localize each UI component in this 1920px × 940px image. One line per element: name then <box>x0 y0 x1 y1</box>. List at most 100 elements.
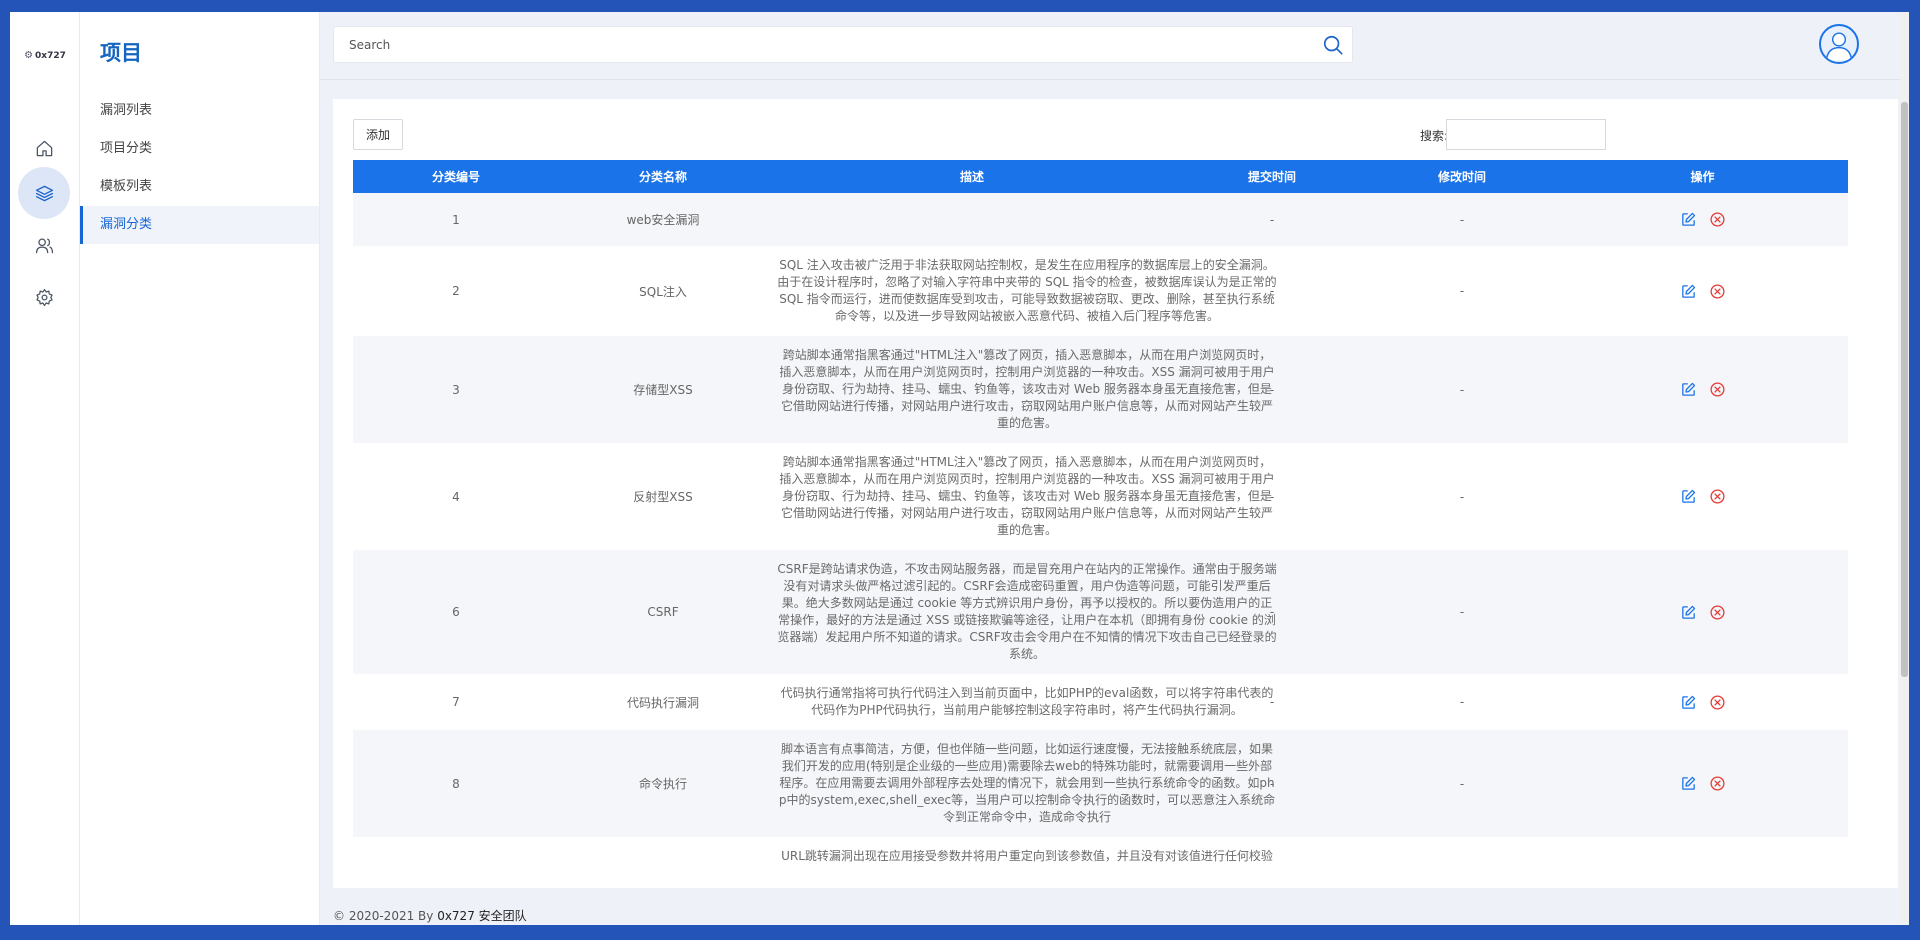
icon-rail: ⚙ 0x727 <box>10 12 80 925</box>
section-title: 项目 <box>100 41 142 65</box>
cell-name: 代码执行漏洞 <box>559 674 767 730</box>
delete-icon[interactable] <box>1709 283 1726 300</box>
filter-input[interactable] <box>1446 119 1606 150</box>
footer-copyright: © 2020-2021 By <box>333 909 438 923</box>
table-row: 4 反射型XSS 跨站脚本通常指黑客通过"HTML注入"篡改了网页，插入恶意脚本… <box>353 443 1848 550</box>
cell-modify-time: - <box>1367 443 1557 550</box>
column-header-desc[interactable]: 描述 <box>767 160 1177 193</box>
cell-submit-time: - <box>1177 193 1367 246</box>
column-header-modify-time[interactable]: 修改时间 <box>1367 160 1557 193</box>
delete-icon[interactable] <box>1709 694 1726 711</box>
search-input[interactable] <box>334 27 1352 62</box>
cell-modify-time: - <box>1367 246 1557 336</box>
cell-desc: 代码执行通常指将可执行代码注入到当前页面中，比如PHP的eval函数，可以将字符… <box>767 674 1273 730</box>
cell-desc: 跨站脚本通常指黑客通过"HTML注入"篡改了网页，插入恶意脚本，从而在用户浏览网… <box>767 443 1275 550</box>
table-row: 2 SQL注入 SQL 注入攻击被广泛用于非法获取网站控制权，是发生在应用程序的… <box>353 246 1848 336</box>
cell-actions <box>1557 837 1848 876</box>
search-box <box>333 26 1353 63</box>
cell-actions <box>1557 730 1848 837</box>
filter-label: 搜索: <box>1420 129 1449 143</box>
logo-text: 0x727 <box>35 50 66 61</box>
rail-layers-button[interactable] <box>18 167 70 219</box>
app-window: ⚙ 0x727 项目 漏洞列表 项目分类 模板列表 漏洞分类 Search 添加… <box>10 12 1909 925</box>
delete-icon[interactable] <box>1709 775 1726 792</box>
cell-desc: 跨站脚本通常指黑客通过"HTML注入"篡改了网页，插入恶意脚本，从而在用户浏览网… <box>767 336 1275 443</box>
footer: © 2020-2021 By 0x727 安全团队 <box>333 907 527 924</box>
edit-icon[interactable] <box>1680 694 1697 711</box>
cell-id: 2 <box>353 246 559 336</box>
cell-actions <box>1557 550 1848 674</box>
delete-icon[interactable] <box>1709 381 1726 398</box>
subnav-item-vuln-list[interactable]: 漏洞列表 <box>80 92 319 130</box>
cell-id: 6 <box>353 550 559 674</box>
edit-icon[interactable] <box>1680 604 1697 621</box>
cell-id: 4 <box>353 443 559 550</box>
users-icon <box>35 238 53 253</box>
cell-name: 存储型XSS <box>559 336 767 443</box>
column-header-submit-time[interactable]: 提交时间 <box>1177 160 1367 193</box>
table-row: 3 存储型XSS 跨站脚本通常指黑客通过"HTML注入"篡改了网页，插入恶意脚本… <box>353 336 1848 443</box>
logo-gear-icon: ⚙ <box>24 50 34 61</box>
rail-users-button[interactable] <box>18 219 70 271</box>
table-header-row: 分类编号 分类名称 描述 提交时间 修改时间 操作 <box>353 160 1848 193</box>
cell-id: 3 <box>353 336 559 443</box>
column-header-name[interactable]: 分类名称 <box>559 160 767 193</box>
subnav-item-template-list[interactable]: 模板列表 <box>80 168 319 206</box>
cell-modify-time: - <box>1367 550 1557 674</box>
desc-text: URL跳转漏洞出现在应用接受参数并将用户重定向到该参数值，并且没有对该值进行任何… <box>781 849 1273 863</box>
desc-text: SQL 注入攻击被广泛用于非法获取网站控制权，是发生在应用程序的数据库层上的安全… <box>777 258 1277 323</box>
cell-desc <box>767 193 1177 246</box>
edit-icon[interactable] <box>1680 283 1697 300</box>
cell-actions <box>1557 443 1848 550</box>
add-button[interactable]: 添加 <box>353 119 403 150</box>
cell-id: 7 <box>353 674 559 730</box>
delete-icon[interactable] <box>1709 488 1726 505</box>
cell-modify-time: - <box>1367 674 1557 730</box>
layers-icon <box>35 185 53 201</box>
search-icon[interactable] <box>1322 34 1344 56</box>
column-header-id[interactable]: 分类编号 <box>353 160 559 193</box>
edit-icon[interactable] <box>1680 211 1697 228</box>
cell-id <box>353 837 559 876</box>
footer-brand: 0x727 安全团队 <box>437 909 527 923</box>
cell-name: SQL注入 <box>559 246 767 336</box>
edit-icon[interactable] <box>1680 488 1697 505</box>
cell-desc: 脚本语言有点事简洁，方便，但也伴随一些问题，比如运行速度慢，无法接触系统底层，如… <box>767 730 1275 837</box>
cell-actions <box>1557 193 1848 246</box>
cell-modify-time: - <box>1367 336 1557 443</box>
cell-actions <box>1557 336 1848 443</box>
delete-icon[interactable] <box>1709 604 1726 621</box>
desc-text: 代码执行通常指将可执行代码注入到当前页面中，比如PHP的eval函数，可以将字符… <box>780 686 1274 717</box>
category-table: 分类编号 分类名称 描述 提交时间 修改时间 操作 1 web安全漏洞 - - <box>353 160 1848 876</box>
delete-icon[interactable] <box>1709 211 1726 228</box>
cell-desc: SQL 注入攻击被广泛用于非法获取网站控制权，是发生在应用程序的数据库层上的安全… <box>767 246 1277 336</box>
cell-name: 命令执行 <box>559 730 767 837</box>
cell-modify-time: - <box>1367 193 1557 246</box>
edit-icon[interactable] <box>1680 775 1697 792</box>
main-content: 添加 搜索: 分类编号 分类名称 描述 提交时间 修改时间 操作 <box>320 12 1909 925</box>
edit-icon[interactable] <box>1680 381 1697 398</box>
user-avatar-icon <box>1825 32 1853 61</box>
table-card: 添加 搜索: 分类编号 分类名称 描述 提交时间 修改时间 操作 1 web安全… <box>333 99 1898 888</box>
cell-desc: CSRF是跨站请求伪造，不攻击网站服务器，而是冒充用户在站内的正常操作。通常由于… <box>767 550 1277 674</box>
avatar[interactable] <box>1819 24 1859 64</box>
cell-modify-time: - <box>1367 730 1557 837</box>
gear-icon <box>35 288 53 306</box>
cell-name: web安全漏洞 <box>559 193 767 246</box>
cell-modify-time <box>1367 837 1557 876</box>
subnav-item-project-category[interactable]: 项目分类 <box>80 130 319 168</box>
column-header-actions: 操作 <box>1557 160 1848 193</box>
rail-settings-button[interactable] <box>18 271 70 323</box>
subnav-item-vuln-category[interactable]: 漏洞分类 <box>80 206 319 244</box>
home-icon <box>36 140 52 156</box>
table-row: 7 代码执行漏洞 代码执行通常指将可执行代码注入到当前页面中，比如PHP的eva… <box>353 674 1848 730</box>
cell-actions <box>1557 246 1848 336</box>
top-bar <box>320 12 1909 80</box>
scrollbar-thumb[interactable] <box>1901 102 1908 677</box>
sub-sidebar: 项目 漏洞列表 项目分类 模板列表 漏洞分类 <box>80 12 320 925</box>
table-row: 8 命令执行 脚本语言有点事简洁，方便，但也伴随一些问题，比如运行速度慢，无法接… <box>353 730 1848 837</box>
cell-name: CSRF <box>559 550 767 674</box>
cell-desc: URL跳转漏洞出现在应用接受参数并将用户重定向到该参数值，并且没有对该值进行任何… <box>767 837 1273 876</box>
cell-name: 反射型XSS <box>559 443 767 550</box>
page-scrollbar[interactable] <box>1900 12 1909 925</box>
